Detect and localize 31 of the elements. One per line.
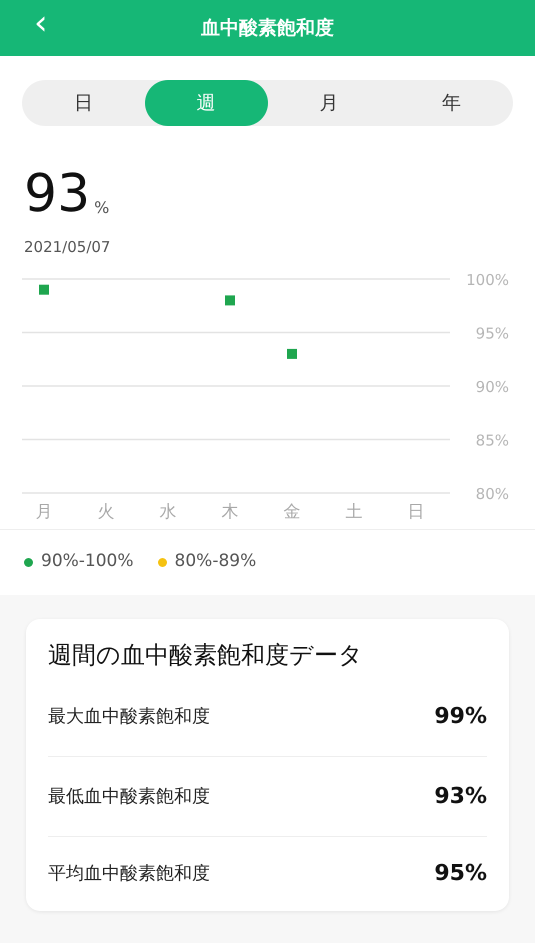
legend-label: 90%-100%: [41, 550, 134, 574]
data-point: [287, 348, 297, 358]
y-axis-label: 90%: [476, 378, 509, 396]
y-axis-label: 100%: [466, 270, 509, 288]
x-axis-label: 火: [98, 502, 114, 522]
x-axis-label: 木: [222, 502, 238, 522]
stat-label: 最大血中酸素飽和度: [48, 704, 210, 728]
reading-unit: %: [94, 197, 110, 219]
x-axis-label: 水: [160, 502, 176, 522]
y-axis-label: 95%: [476, 324, 509, 342]
legend-label: 80%-89%: [174, 550, 256, 574]
data-point: [225, 294, 235, 305]
x-axis-label: 土: [346, 502, 362, 522]
reading-date: 2021/05/07: [24, 237, 112, 258]
period-tab[interactable]: 年: [390, 80, 513, 126]
reading-value: 93: [24, 168, 90, 220]
y-axis-label: 80%: [476, 484, 509, 502]
x-axis-label: 月: [36, 502, 52, 522]
page-title: 血中酸素飽和度: [201, 16, 334, 41]
stat-value: 93%: [434, 782, 487, 810]
stat-value: 95%: [434, 860, 487, 888]
y-axis-label: 85%: [476, 431, 509, 449]
stat-label: 平均血中酸素飽和度: [48, 862, 210, 886]
stat-label: 最低血中酸素飽和度: [48, 784, 210, 808]
period-tab[interactable]: 日: [22, 80, 145, 126]
summary-title: 週間の血中酸素飽和度データ: [48, 640, 364, 670]
stat-value: 99%: [434, 702, 487, 730]
data-point: [39, 284, 49, 294]
x-axis-label: 金: [284, 502, 300, 522]
period-tab[interactable]: 月: [268, 80, 390, 126]
x-axis-label: 日: [408, 502, 424, 522]
